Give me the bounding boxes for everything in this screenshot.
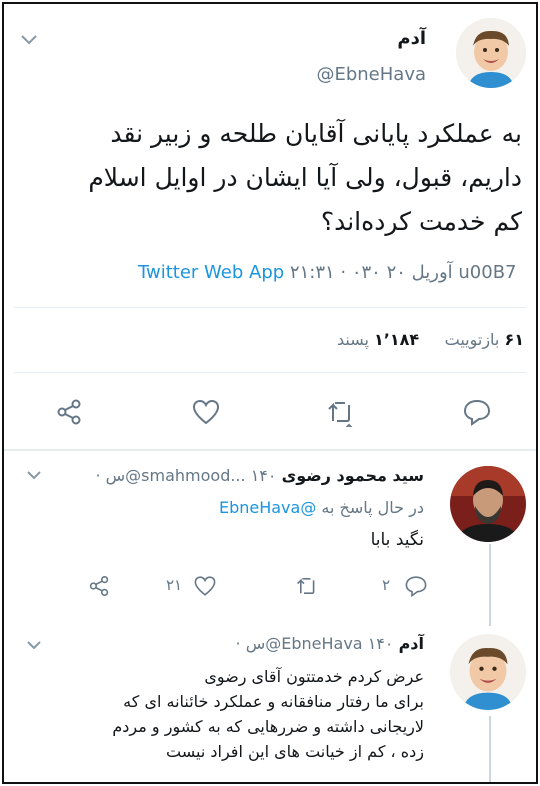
heart-icon[interactable] xyxy=(191,397,221,427)
thread-connector xyxy=(489,716,491,782)
retweet-icon[interactable] xyxy=(326,397,358,427)
reply-text-line: زده ، کم از خیانت های این افراد نیست xyxy=(166,742,424,761)
chevron-down-icon[interactable] xyxy=(26,640,42,650)
reply-text-line: برای ما رفتار منافقانه و عملکرد خائنانه … xyxy=(123,692,424,711)
reply1-text: نگید بابا xyxy=(370,530,424,550)
divider xyxy=(4,449,536,451)
reply1-handle[interactable]: @smahmood... xyxy=(125,466,245,485)
retweet-icon[interactable] xyxy=(295,574,321,598)
reply-icon[interactable] xyxy=(404,574,428,598)
main-handle[interactable]: @EbneHava xyxy=(316,64,426,85)
like-label: پسند xyxy=(336,330,369,349)
tweet-text-line: کم خدمت کرده‌اند؟ xyxy=(320,207,522,236)
heart-icon[interactable] xyxy=(193,574,217,598)
main-avatar[interactable] xyxy=(456,18,526,88)
reply1-like-count: ۲۱ xyxy=(166,576,183,594)
reply2-display-name[interactable]: آدم xyxy=(399,634,424,653)
divider xyxy=(14,372,526,373)
reply-text-line: لاریجانی داشته و ضررهایی که به کشور و مر… xyxy=(112,717,424,736)
replying-prefix: در حال پاسخ به xyxy=(321,498,424,517)
tweet-text-line: به عملکرد پایانی آقایان طلحه و زبیر نقد xyxy=(110,119,522,148)
retweet-count: ۶۱ xyxy=(504,330,524,349)
reply2-text: عرض کردم خدمتتون آقای رضوی برای ما رفتار… xyxy=(94,664,424,764)
like-count: ۱٬۱۸۴ xyxy=(374,330,420,349)
tweet-text-line: داریم، قبول، ولی آیا ایشان در اوایل اسلا… xyxy=(88,163,522,192)
reply1-header: سید محمود رضوی @smahmood... ۱۴۰س · xyxy=(95,466,424,485)
reply2-avatar[interactable] xyxy=(450,634,526,710)
tweet-stats: ۶۱ بازتوییت ۱٬۱۸۴ پسند xyxy=(337,330,524,349)
reply1-reply-count: ۲ xyxy=(382,576,391,594)
tweet-timestamp[interactable]: ۲۱:۳۱ · ۰۳۰ آوریل ۲۰ u00B7 xyxy=(290,262,517,283)
reply2-handle[interactable]: @EbneHava xyxy=(265,634,362,653)
reply2-header: آدم @EbneHava ۱۴۰س · xyxy=(236,634,424,653)
share-icon[interactable] xyxy=(54,397,84,427)
retweet-label: بازتوییت xyxy=(444,330,500,349)
retweet-stat[interactable]: ۶۱ بازتوییت xyxy=(440,330,524,349)
tweet-meta: Twitter Web App ۲۱:۳۱ · ۰۳۰ آوریل ۲۰ u00… xyxy=(138,262,517,283)
like-stat[interactable]: ۱٬۱۸۴ پسند xyxy=(337,330,419,349)
reply-icon[interactable] xyxy=(462,397,492,427)
main-tweet-text: به عملکرد پایانی آقایان طلحه و زبیر نقد … xyxy=(22,112,522,244)
divider xyxy=(14,307,526,308)
reply1-avatar[interactable] xyxy=(450,466,526,542)
tweet-thread-screen: آدم @EbneHava به عملکرد پایانی آقایان طل… xyxy=(2,2,538,784)
chevron-down-icon[interactable] xyxy=(26,470,42,480)
reply1-display-name[interactable]: سید محمود رضوی xyxy=(282,466,424,485)
tweet-source-link[interactable]: Twitter Web App xyxy=(138,262,284,283)
reply1-replying-to: در حال پاسخ به @EbneHava xyxy=(219,498,424,517)
chevron-down-icon[interactable] xyxy=(20,34,38,46)
replying-handle-link[interactable]: @EbneHava xyxy=(219,498,316,517)
main-display-name[interactable]: آدم xyxy=(397,28,426,49)
thread-connector xyxy=(489,544,491,626)
reply-text-line: عرض کردم خدمتتون آقای رضوی xyxy=(204,667,424,686)
share-icon[interactable] xyxy=(87,574,111,598)
